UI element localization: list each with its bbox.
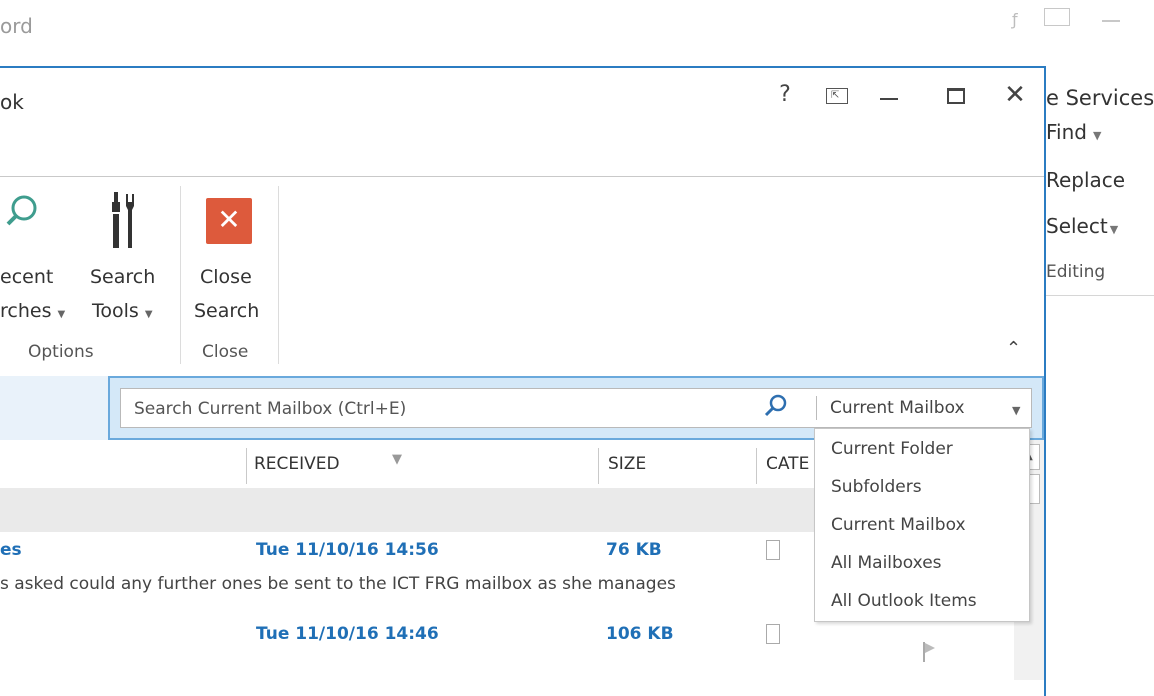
flag-icon[interactable] xyxy=(922,640,936,664)
ribbon-display-options-button[interactable]: ⇱ xyxy=(826,88,848,104)
recent-searches-label-line1[interactable]: ecent xyxy=(0,266,53,288)
search-scope-menu: Current Folder Subfolders Current Mailbo… xyxy=(814,428,1030,622)
search-tools-label-line1[interactable]: Search xyxy=(90,266,155,288)
column-header-received[interactable]: RECEIVED xyxy=(254,454,340,474)
recent-searches-icon[interactable] xyxy=(6,194,38,226)
search-scope-select[interactable]: Current Mailbox xyxy=(830,398,965,418)
search-input[interactable] xyxy=(132,392,756,426)
recent-searches-label-line2[interactable]: rches ▼ xyxy=(0,300,65,322)
background-window-ribbon-display-icon[interactable] xyxy=(1044,8,1070,26)
select-dropdown-icon: ▼ xyxy=(1109,223,1119,236)
message-received[interactable]: Tue 11/10/16 14:46 xyxy=(256,624,439,644)
window-title: ok xyxy=(0,90,24,114)
find-dropdown-icon: ▼ xyxy=(1092,129,1102,142)
category-box[interactable] xyxy=(766,540,780,560)
help-button[interactable]: ? xyxy=(770,82,800,107)
collapse-ribbon-chevron-icon[interactable]: ⌃ xyxy=(1006,338,1021,359)
message-subject[interactable]: es xyxy=(0,540,22,560)
column-header-categories[interactable]: CATE xyxy=(766,454,809,474)
background-window-services-label: e Services xyxy=(1046,86,1154,110)
menu-item-subfolders[interactable]: Subfolders xyxy=(831,477,922,497)
search-tools-label-line2[interactable]: Tools ▼ xyxy=(92,300,153,322)
message-preview[interactable]: s asked could any further ones be sent t… xyxy=(0,574,676,594)
search-icon[interactable] xyxy=(762,392,790,420)
background-window-title: ord xyxy=(0,14,33,38)
select-button[interactable]: Select ▼ xyxy=(1046,214,1118,238)
close-button[interactable]: ✕ xyxy=(1000,80,1030,110)
background-window-signin-icon[interactable]: ƒ xyxy=(1012,10,1018,29)
maximize-button[interactable] xyxy=(947,88,965,104)
menu-item-current-mailbox[interactable]: Current Mailbox xyxy=(831,515,966,535)
select-label: Select xyxy=(1046,214,1108,238)
find-button[interactable]: Find ▼ xyxy=(1046,120,1101,144)
menu-item-current-folder[interactable]: Current Folder xyxy=(831,439,953,459)
background-window-minimize-icon[interactable] xyxy=(1102,20,1120,22)
find-label: Find xyxy=(1046,120,1087,144)
background-ribbon-divider xyxy=(1046,295,1154,296)
chevron-down-icon[interactable]: ▼ xyxy=(1012,404,1020,417)
minimize-button[interactable] xyxy=(880,98,898,100)
replace-button[interactable]: Replace xyxy=(1046,168,1125,192)
message-received[interactable]: Tue 11/10/16 14:56 xyxy=(256,540,439,560)
ribbon-group-divider xyxy=(180,186,181,364)
close-search-label-line2[interactable]: Search xyxy=(194,300,259,322)
ribbon-group-divider xyxy=(278,186,279,364)
search-tools-icon[interactable] xyxy=(106,190,140,254)
column-divider[interactable] xyxy=(756,448,757,484)
close-search-icon[interactable]: ✕ xyxy=(206,198,252,244)
sort-descending-icon[interactable]: ▼ xyxy=(392,452,402,467)
menu-item-all-mailboxes[interactable]: All Mailboxes xyxy=(831,553,942,573)
message-size[interactable]: 106 KB xyxy=(606,624,674,644)
column-divider[interactable] xyxy=(246,448,247,484)
menu-item-all-outlook-items[interactable]: All Outlook Items xyxy=(831,591,977,611)
options-group-label: Options xyxy=(28,342,94,362)
editing-group-label: Editing xyxy=(1046,262,1106,282)
close-group-label: Close xyxy=(202,342,249,362)
category-box[interactable] xyxy=(766,624,780,644)
search-scope-divider xyxy=(816,396,817,420)
close-search-label-line1[interactable]: Close xyxy=(200,266,252,288)
column-divider[interactable] xyxy=(598,448,599,484)
column-header-size[interactable]: SIZE xyxy=(608,454,646,474)
message-size[interactable]: 76 KB xyxy=(606,540,662,560)
ribbon-top-divider xyxy=(0,176,1044,177)
ribbon-display-icon: ⇱ xyxy=(831,90,840,101)
